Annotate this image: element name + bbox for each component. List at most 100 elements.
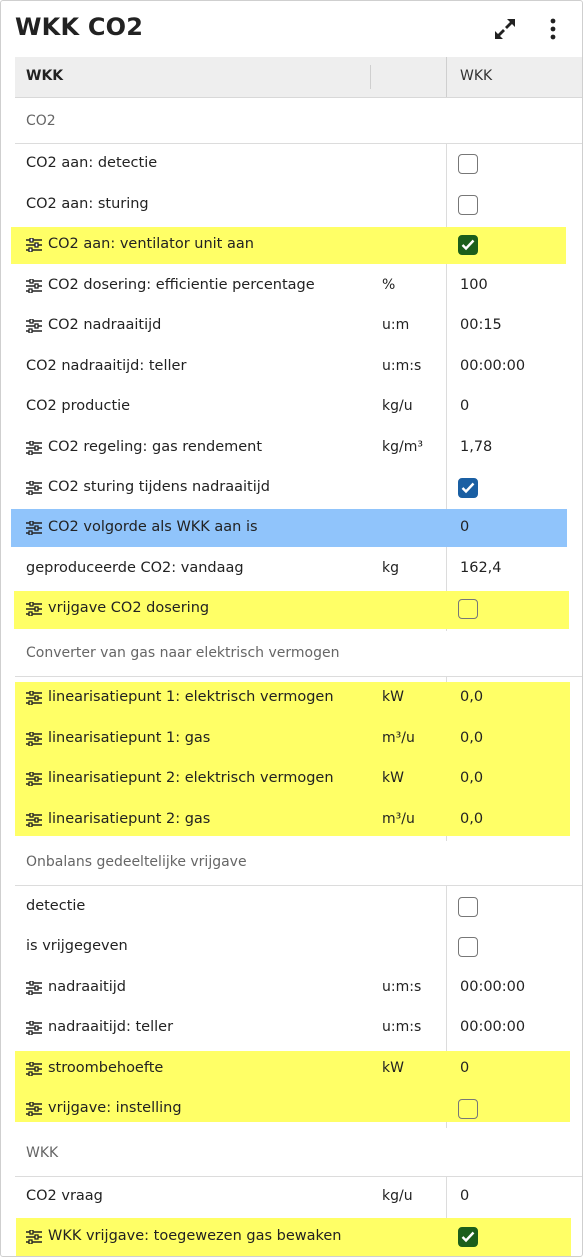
row-value[interactable]: 00:00:00 (460, 1019, 525, 1035)
expand-icon[interactable] (491, 15, 519, 43)
tune-icon[interactable] (26, 772, 42, 786)
row-label: linearisatiepunt 2: gas (48, 811, 211, 827)
checkbox[interactable] (458, 1099, 478, 1119)
row-unit: m³/u (382, 811, 415, 827)
tune-icon[interactable] (26, 441, 42, 455)
tune-icon[interactable] (26, 279, 42, 293)
row-unit: kg/m³ (382, 439, 423, 455)
tune-icon[interactable] (26, 981, 42, 995)
row-value: 0 (460, 1188, 470, 1204)
card-title: WKK CO2 (15, 13, 144, 41)
tune-icon[interactable] (26, 602, 42, 616)
row-value[interactable]: 1,78 (460, 439, 492, 455)
table-row: CO2 aan: ventilator unit aan (1, 225, 582, 265)
row-label: linearisatiepunt 1: gas (48, 730, 211, 746)
section-title-converter: Converter van gas naar elektrisch vermog… (26, 645, 340, 661)
row-unit: kg (382, 560, 399, 576)
checkbox-checked[interactable] (458, 235, 478, 255)
row-label: CO2 productie (26, 398, 131, 414)
row-value[interactable]: 100 (460, 277, 488, 293)
tune-icon[interactable] (26, 1062, 42, 1076)
row-label: CO2 dosering: efficientie percentage (48, 277, 315, 293)
column-header-value[interactable]: WKK (460, 68, 492, 84)
row-unit: kW (382, 770, 404, 786)
table-row: vrijgave: instelling (1, 1089, 582, 1129)
row-label: CO2 nadraaitijd: teller (26, 358, 187, 374)
row-label: CO2 volgorde als WKK aan is (48, 519, 258, 535)
column-divider[interactable] (370, 65, 371, 89)
row-label: CO2 sturing tijdens nadraaitijd (48, 479, 271, 495)
row-value[interactable]: 0,0 (460, 811, 483, 827)
table-row: CO2 volgorde als WKK aan is 0 (1, 508, 582, 548)
divider (15, 676, 582, 677)
row-unit: u:m:s (382, 358, 422, 374)
row-value[interactable]: 0 (460, 1060, 469, 1076)
row-label: linearisatiepunt 1: elektrisch vermogen (48, 689, 334, 705)
row-label: CO2 nadraaitijd (48, 317, 162, 333)
table-header: WKK WKK (15, 57, 582, 98)
table-row: CO2 aan: sturing (1, 185, 582, 225)
table-row: nadraaitijd u:m:s 00:00:00 (1, 968, 582, 1008)
table-row: CO2 aan: detectie (1, 144, 582, 184)
section-title-onbalans: Onbalans gedeeltelijke vrijgave (26, 854, 247, 870)
section-title-wkk: WKK (26, 1145, 59, 1161)
tune-icon[interactable] (26, 691, 42, 705)
row-unit: kg/u (382, 398, 413, 414)
checkbox[interactable] (458, 937, 478, 957)
tune-icon[interactable] (26, 1230, 42, 1244)
row-label: vrijgave CO2 dosering (48, 600, 210, 616)
row-label: detectie (26, 898, 86, 914)
table-row: linearisatiepunt 1: elektrisch vermogen … (1, 678, 582, 718)
tune-icon[interactable] (26, 813, 42, 827)
row-unit: m³/u (382, 730, 415, 746)
row-value: 162,4 (460, 560, 502, 576)
column-header-name[interactable]: WKK (26, 68, 63, 84)
table-row: CO2 dosering: efficientie percentage % 1… (1, 266, 582, 306)
table-row: CO2 sturing tijdens nadraaitijd (1, 468, 582, 508)
row-label: CO2 regeling: gas rendement (48, 439, 263, 455)
tune-icon[interactable] (26, 521, 42, 535)
row-value: 00:00:00 (460, 358, 526, 374)
row-value: 0 (460, 398, 470, 414)
section-title-co2: CO2 (26, 113, 56, 129)
checkbox[interactable] (458, 897, 478, 917)
tune-icon[interactable] (26, 732, 42, 746)
row-unit: u:m (382, 317, 410, 333)
more-vertical-icon[interactable] (539, 15, 567, 43)
row-value[interactable]: 0 (460, 519, 469, 535)
checkbox[interactable] (458, 195, 478, 215)
tune-icon[interactable] (26, 481, 42, 495)
row-value[interactable]: 0,0 (460, 770, 483, 786)
tune-icon[interactable] (26, 238, 42, 252)
row-unit: kg/u (382, 1188, 413, 1204)
table-row: linearisatiepunt 2: gas m³/u 0,0 (1, 800, 582, 840)
checkbox[interactable] (458, 599, 478, 619)
row-value[interactable]: 0,0 (460, 730, 483, 746)
table-row: geproduceerde CO2: vandaag kg 162,4 (1, 549, 582, 589)
checkbox-checked[interactable] (458, 1227, 478, 1247)
table-row: CO2 nadraaitijd u:m 00:15 (1, 306, 582, 346)
table-row: CO2 vraag kg/u 0 (1, 1177, 582, 1217)
row-value[interactable]: 00:00:00 (460, 979, 525, 995)
card-header: WKK CO2 (1, 1, 582, 57)
table-row: stroombehoefte kW 0 (1, 1049, 582, 1089)
row-value[interactable]: 0,0 (460, 689, 483, 705)
row-label: CO2 aan: ventilator unit aan (48, 236, 254, 252)
row-unit: u:m:s (382, 1019, 422, 1035)
tune-icon[interactable] (26, 1102, 42, 1116)
table-row: nadraaitijd: teller u:m:s 00:00:00 (1, 1008, 582, 1048)
tune-icon[interactable] (26, 1021, 42, 1035)
checkbox[interactable] (458, 154, 478, 174)
row-label: CO2 aan: detectie (26, 155, 158, 171)
row-label: nadraaitijd: teller (48, 1019, 174, 1035)
checkbox-checked[interactable] (458, 478, 478, 498)
table-row: CO2 productie kg/u 0 (1, 387, 582, 427)
tune-icon[interactable] (26, 319, 42, 333)
column-divider (446, 57, 447, 97)
row-label: is vrijgegeven (26, 938, 128, 954)
table-row: linearisatiepunt 1: gas m³/u 0,0 (1, 719, 582, 759)
card: WKK CO2 WKK WKK CO2 CO2 aan: detectie CO… (0, 0, 583, 1257)
row-unit: kW (382, 1060, 404, 1076)
row-unit: kW (382, 689, 404, 705)
row-value[interactable]: 00:15 (460, 317, 502, 333)
